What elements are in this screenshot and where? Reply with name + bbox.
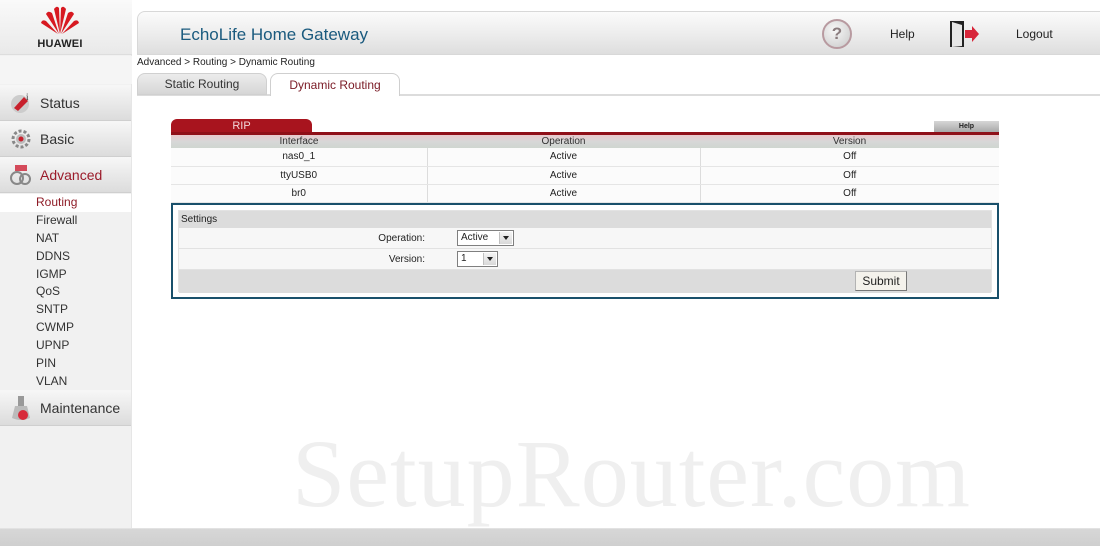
interface-cell: nas0_1 [171,148,428,167]
huawei-logo: HUAWEI [0,0,132,55]
help-link[interactable]: Help [890,27,915,41]
operation-label: Operation: [378,233,425,244]
settings-title: Settings [179,211,991,228]
table-row[interactable]: br0 Active Off [171,184,999,203]
sidebar-item-status[interactable]: i Status [0,85,131,121]
chevron-down-icon[interactable] [483,253,496,265]
sidebar-subitem-sntp[interactable]: SNTP [0,301,131,319]
sidebar-item-label: Status [40,94,80,111]
sidebar-item-label: Basic [40,130,75,147]
version-row: Version: 1 [179,249,991,270]
gear-icon [8,126,34,152]
column-header-interface: Interface [171,135,427,148]
routing-tabs: Static Routing Dynamic Routing [137,73,1100,96]
help-icon[interactable]: ? [822,19,852,49]
advanced-submenu: Routing Firewall NAT DDNS IGMP QoS SNTP … [0,194,131,391]
operation-row: Operation: Active [179,228,991,249]
column-header-operation: Operation [427,135,700,148]
version-label: Version: [388,254,425,265]
operation-cell: Active [427,166,701,185]
tab-static-routing[interactable]: Static Routing [137,73,267,95]
submit-button[interactable]: Submit [855,271,907,291]
operation-select[interactable]: Active [457,230,514,246]
rip-help-button[interactable]: Help [934,121,999,132]
sidebar-subitem-igmp[interactable]: IGMP [0,266,131,284]
logout-icon[interactable] [948,19,980,49]
table-row[interactable]: ttyUSB0 Active Off [171,166,999,185]
header-bar: EchoLife Home Gateway ? Help Logout [137,11,1100,55]
table-row[interactable]: nas0_1 Active Off [171,148,999,167]
sidebar-subitem-nat[interactable]: NAT [0,230,131,248]
sidebar-subitem-pin[interactable]: PIN [0,355,131,373]
settings-footer: Submit [179,270,991,293]
rip-table: Interface Operation Version nas0_1 Activ… [171,135,999,203]
sidebar-subitem-routing[interactable]: Routing [0,194,131,212]
brand-name: HUAWEI [37,38,83,50]
advanced-icon [8,162,34,188]
operation-select-value: Active [461,232,489,243]
chevron-down-icon[interactable] [499,232,512,244]
sidebar-subitem-firewall[interactable]: Firewall [0,212,131,230]
footer-bar [0,528,1100,546]
settings-panel: Settings Operation: Active Version: 1 Su… [171,203,999,299]
version-cell: Off [700,184,999,203]
sidebar-item-advanced[interactable]: Advanced [0,157,131,193]
sidebar-item-maintenance[interactable]: Maintenance [0,390,131,426]
operation-cell: Active [427,148,701,167]
sidebar-subitem-qos[interactable]: QoS [0,283,131,301]
sidebar-subitem-cwmp[interactable]: CWMP [0,319,131,337]
interface-cell: br0 [171,184,428,203]
version-cell: Off [700,148,999,167]
sidebar: HUAWEI i Status Basic Advanced Routing F… [0,0,132,528]
sidebar-item-basic[interactable]: Basic [0,121,131,157]
sidebar-subitem-upnp[interactable]: UPNP [0,337,131,355]
version-select[interactable]: 1 [457,251,498,267]
sidebar-subitem-vlan[interactable]: VLAN [0,373,131,391]
column-header-version: Version [700,135,999,148]
breadcrumb: Advanced > Routing > Dynamic Routing [137,57,315,68]
status-icon: i [8,90,34,116]
rip-section-title: RIP [171,119,312,133]
version-select-value: 1 [461,253,467,264]
version-cell: Off [700,166,999,185]
tab-dynamic-routing[interactable]: Dynamic Routing [270,73,400,96]
watermark: SetupRouter.com [292,420,971,527]
maintenance-icon [8,395,34,421]
sidebar-item-label: Maintenance [40,399,121,416]
logout-link[interactable]: Logout [1016,27,1053,41]
sidebar-item-label: Advanced [40,166,103,183]
sidebar-subitem-ddns[interactable]: DDNS [0,248,131,266]
huawei-logo-icon [41,6,79,34]
app-title: EchoLife Home Gateway [180,25,369,44]
operation-cell: Active [427,184,701,203]
svg-text:i: i [26,92,29,102]
interface-cell: ttyUSB0 [171,166,428,185]
